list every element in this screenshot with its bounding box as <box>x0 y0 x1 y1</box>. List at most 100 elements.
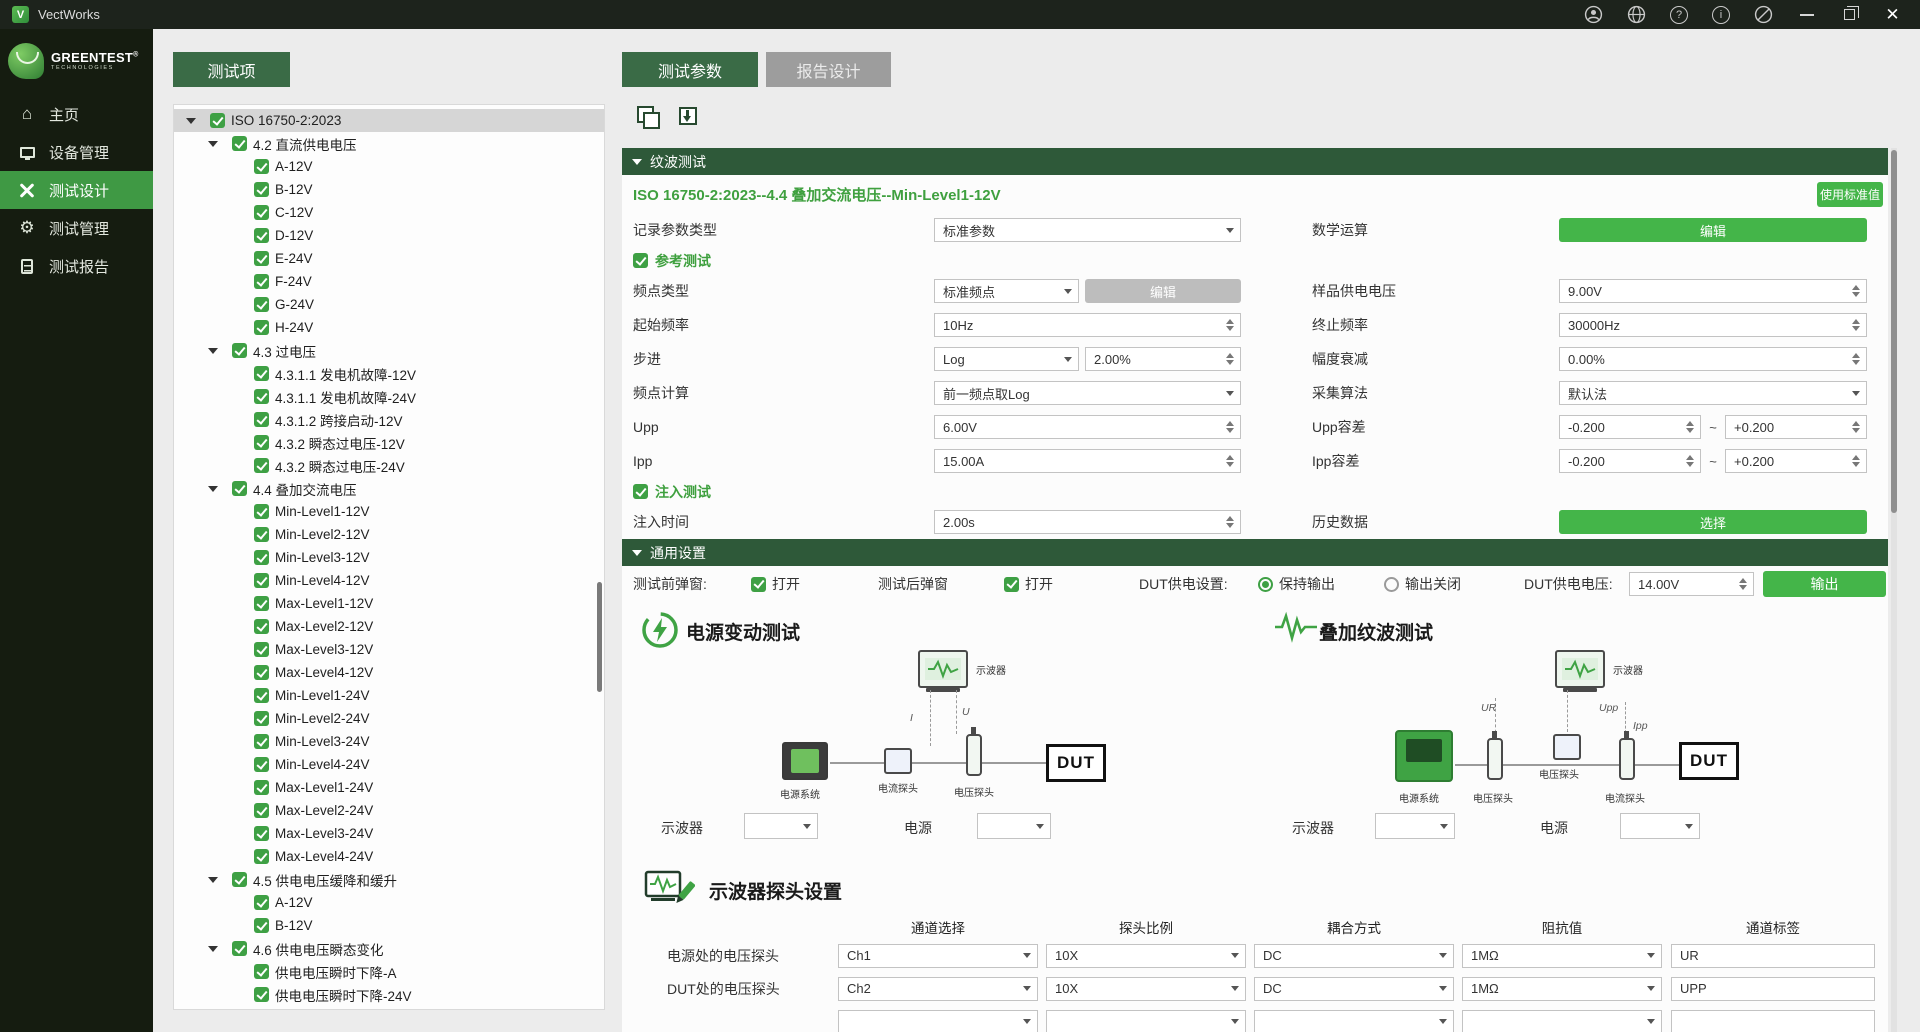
item-checkbox-checked[interactable] <box>232 136 247 151</box>
tree-item[interactable]: A-12V <box>174 155 604 178</box>
tree-item[interactable]: E-24V <box>174 247 604 270</box>
expand-arrow-icon[interactable] <box>208 946 226 952</box>
tab-report-design[interactable]: 报告设计 <box>766 52 891 87</box>
item-checkbox-checked[interactable] <box>254 987 269 1002</box>
item-checkbox-checked[interactable] <box>254 711 269 726</box>
spinner-arrows-icon[interactable] <box>1852 421 1860 433</box>
close-button[interactable]: ✕ <box>1883 5 1902 24</box>
tree-scrollbar-thumb[interactable] <box>597 582 602 692</box>
upp-tolerance-high-spinner[interactable]: +0.200 <box>1725 415 1867 439</box>
import-parameters-button[interactable] <box>672 99 704 132</box>
channel-tag-input[interactable]: UPP <box>1671 977 1875 1001</box>
tree-item[interactable]: G-24V <box>174 293 604 316</box>
item-checkbox-checked[interactable] <box>254 688 269 703</box>
item-checkbox-checked[interactable] <box>254 159 269 174</box>
item-checkbox-checked[interactable] <box>254 458 269 473</box>
tree-item[interactable]: 4.3.1.1 发电机故障-24V <box>174 385 604 408</box>
sample-supply-voltage-spinner[interactable]: 9.00V <box>1559 279 1867 303</box>
item-checkbox-checked[interactable] <box>254 251 269 266</box>
tree-item[interactable]: B-12V <box>174 914 604 937</box>
item-checkbox-checked[interactable] <box>254 964 269 979</box>
copy-parameters-button[interactable] <box>631 99 663 132</box>
item-checkbox-checked[interactable] <box>232 343 247 358</box>
expand-arrow-icon[interactable] <box>208 486 226 492</box>
ipp-spinner[interactable]: 15.00A <box>934 449 1241 473</box>
item-checkbox-checked[interactable] <box>254 366 269 381</box>
item-checkbox-checked[interactable] <box>254 274 269 289</box>
spinner-arrows-icon[interactable] <box>1852 455 1860 467</box>
spinner-arrows-icon[interactable] <box>1226 455 1234 467</box>
tree-item[interactable]: A-12V <box>174 891 604 914</box>
tree-item[interactable]: Max-Level3-24V <box>174 822 604 845</box>
coupling-select[interactable]: DC <box>1254 977 1454 1001</box>
tree-item[interactable]: 4.6 供电电压瞬态变化 <box>174 937 604 960</box>
tree-item[interactable]: H-24V <box>174 316 604 339</box>
checkbox-checked[interactable] <box>751 577 766 592</box>
tree-item[interactable]: Min-Level3-12V <box>174 546 604 569</box>
step-value-spinner[interactable]: 2.00% <box>1085 347 1241 371</box>
record-type-select[interactable]: 标准参数 <box>934 218 1241 242</box>
tree-item[interactable]: 4.4 叠加交流电压 <box>174 477 604 500</box>
freq-edit-button-disabled[interactable]: 编辑 <box>1085 279 1241 303</box>
tree-item[interactable]: C-12V <box>174 201 604 224</box>
dut-voltage-spinner[interactable]: 14.00V <box>1629 572 1754 596</box>
expand-arrow-icon[interactable] <box>208 348 226 354</box>
keep-output-radio[interactable]: 保持输出 <box>1258 574 1335 594</box>
sidebar-item-device-management[interactable]: 设备管理 <box>0 133 153 171</box>
item-checkbox-checked[interactable] <box>254 803 269 818</box>
radio-unselected-icon[interactable] <box>1384 577 1399 592</box>
tree-item[interactable]: 供电电压瞬时下降-24V <box>174 983 604 1006</box>
tree-item[interactable]: Max-Level1-12V <box>174 592 604 615</box>
item-checkbox-checked[interactable] <box>254 435 269 450</box>
history-select-button[interactable]: 选择 <box>1559 510 1867 534</box>
spinner-arrows-icon[interactable] <box>1686 455 1694 467</box>
tree-item[interactable]: Min-Level4-24V <box>174 753 604 776</box>
tree-item[interactable]: Min-Level1-12V <box>174 500 604 523</box>
coupling-select[interactable]: DC <box>1254 944 1454 968</box>
item-checkbox-checked[interactable] <box>254 504 269 519</box>
step-mode-select[interactable]: Log <box>934 347 1079 371</box>
pre-test-popup-toggle[interactable]: 打开 <box>751 574 800 594</box>
sidebar-item-home[interactable]: ⌂ 主页 <box>0 95 153 133</box>
impedance-select[interactable] <box>1462 1010 1662 1032</box>
scope-select[interactable] <box>744 813 818 839</box>
expand-arrow-icon[interactable] <box>186 118 204 124</box>
spinner-arrows-icon[interactable] <box>1226 516 1234 528</box>
ipp-tolerance-high-spinner[interactable]: +0.200 <box>1725 449 1867 473</box>
item-checkbox-checked[interactable] <box>254 849 269 864</box>
stop-frequency-spinner[interactable]: 30000Hz <box>1559 313 1867 337</box>
item-checkbox-checked[interactable] <box>232 872 247 887</box>
item-checkbox-checked[interactable] <box>232 481 247 496</box>
section-header-ripple-test[interactable]: 纹波测试 <box>622 148 1888 175</box>
tree-item[interactable]: 4.3 过电压 <box>174 339 604 362</box>
amplitude-attenuation-spinner[interactable]: 0.00% <box>1559 347 1867 371</box>
output-button[interactable]: 输出 <box>1763 571 1886 597</box>
language-globe-icon[interactable] <box>1627 5 1646 24</box>
help-icon[interactable]: ? <box>1670 6 1688 24</box>
tree-item[interactable]: Max-Level2-12V <box>174 615 604 638</box>
channel-tag-input[interactable] <box>1671 1010 1875 1032</box>
test-items-header-button[interactable]: 测试项 <box>173 52 290 87</box>
tree-item[interactable]: B-12V <box>174 178 604 201</box>
maximize-button[interactable] <box>1840 5 1859 24</box>
close-output-radio[interactable]: 输出关闭 <box>1384 574 1461 594</box>
coupling-select[interactable] <box>1254 1010 1454 1032</box>
tree-item[interactable]: D-12V <box>174 224 604 247</box>
math-edit-button[interactable]: 编辑 <box>1559 218 1867 242</box>
item-checkbox-checked[interactable] <box>254 665 269 680</box>
spinner-arrows-icon[interactable] <box>1739 578 1747 590</box>
info-icon[interactable]: i <box>1712 6 1730 24</box>
channel-select[interactable]: Ch2 <box>838 977 1038 1001</box>
user-icon[interactable] <box>1584 5 1603 24</box>
freq-type-select[interactable]: 标准频点 <box>934 279 1079 303</box>
item-checkbox-checked[interactable] <box>254 228 269 243</box>
tree-item[interactable]: 4.3.1.1 发电机故障-12V <box>174 362 604 385</box>
impedance-select[interactable]: 1MΩ <box>1462 977 1662 1001</box>
tree-item[interactable]: Min-Level1-24V <box>174 684 604 707</box>
radio-selected-icon[interactable] <box>1258 577 1273 592</box>
item-checkbox-checked[interactable] <box>254 826 269 841</box>
item-checkbox-checked[interactable] <box>254 320 269 335</box>
spinner-arrows-icon[interactable] <box>1852 353 1860 365</box>
tree-item[interactable]: Max-Level2-24V <box>174 799 604 822</box>
post-test-popup-toggle[interactable]: 打开 <box>1004 574 1053 594</box>
